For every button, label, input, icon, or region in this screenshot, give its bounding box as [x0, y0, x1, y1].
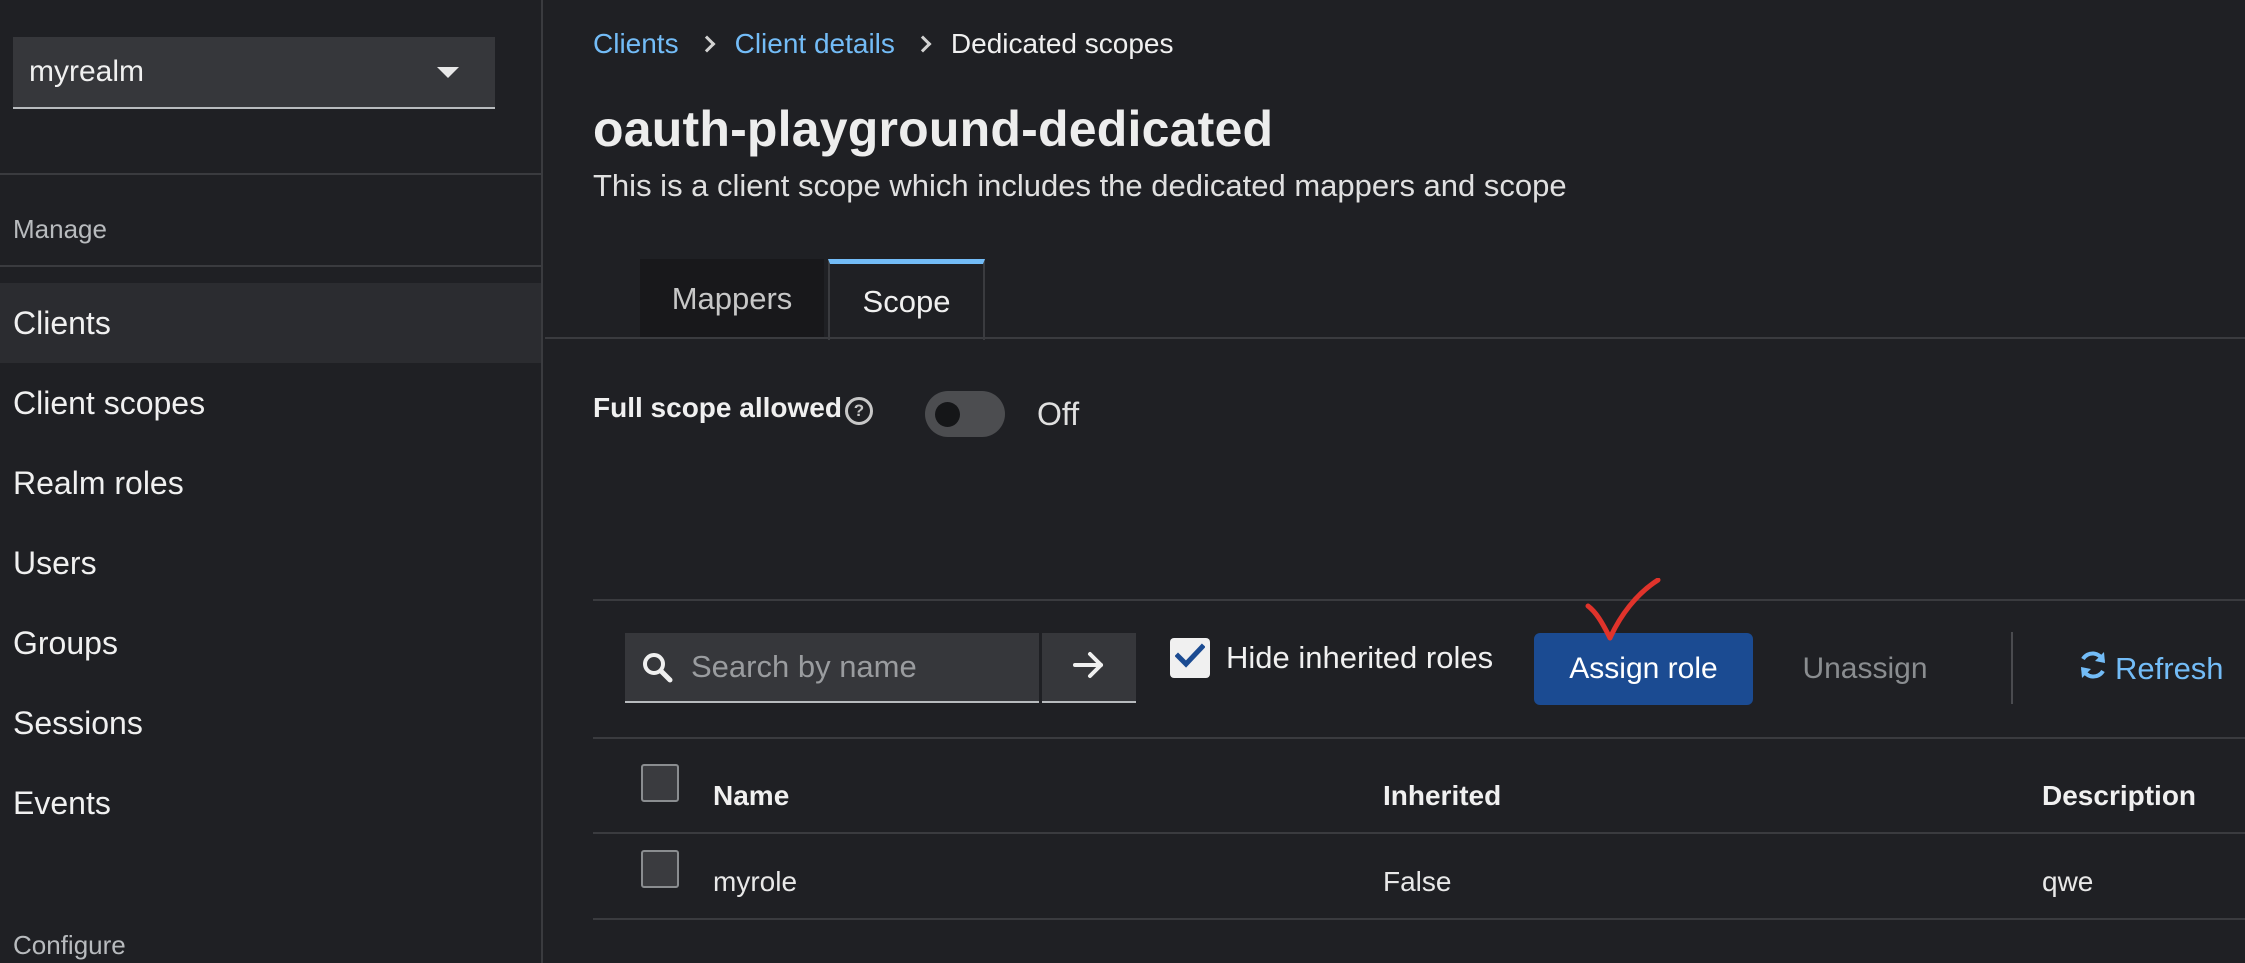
question-circle-icon[interactable]: ?	[845, 397, 873, 425]
column-header-inherited: Inherited	[1383, 780, 1502, 811]
search-icon	[625, 651, 689, 683]
table-row-divider	[593, 918, 2245, 920]
table-cell-name: myrole	[713, 866, 798, 897]
sidebar-item-users[interactable]: Users	[0, 523, 541, 603]
sidebar-item-label: Users	[13, 544, 97, 581]
sidebar-item-sessions[interactable]: Sessions	[0, 683, 541, 763]
full-scope-toggle[interactable]	[925, 391, 1005, 437]
nav-section-configure: Configure	[13, 930, 126, 960]
chevron-right-icon	[698, 35, 716, 53]
toggle-state-label: Off	[1037, 396, 1080, 432]
column-header-description: Description	[2042, 780, 2197, 811]
toolbar-divider	[2011, 632, 2013, 704]
table-cell-inherited: False	[1383, 866, 1452, 897]
table-top-divider	[593, 737, 2245, 739]
sidebar-item-label: Groups	[13, 624, 118, 661]
arrow-right-icon	[1073, 651, 1105, 684]
caret-down-icon	[437, 67, 459, 78]
sidebar-item-label: Client scopes	[13, 384, 206, 421]
red-checkmark-annotation-icon	[1585, 578, 1661, 641]
breadcrumb-link-clients[interactable]: Clients	[593, 28, 679, 60]
tab-scope[interactable]: Scope	[828, 259, 985, 340]
realm-name: myrealm	[29, 55, 145, 88]
chevron-right-icon	[914, 35, 932, 53]
sidebar-item-clients[interactable]: Clients	[0, 283, 541, 363]
search-input[interactable]	[689, 648, 1029, 686]
sidebar-item-events[interactable]: Events	[0, 763, 541, 843]
nav-section-manage: Manage	[13, 214, 107, 244]
tabs-border	[545, 337, 2245, 339]
sidebar-item-client-scopes[interactable]: Client scopes	[0, 363, 541, 443]
refresh-label: Refresh	[2115, 651, 2224, 686]
full-scope-label: Full scope allowed	[593, 392, 842, 423]
main-content: Clients Client details Dedicated scopes …	[545, 0, 2245, 963]
breadcrumb-link-client-details[interactable]: Client details	[735, 28, 895, 60]
sidebar-item-label: Events	[13, 784, 111, 821]
toggle-knob	[935, 402, 960, 427]
search-input-group	[625, 633, 1039, 703]
tab-label: Scope	[862, 284, 951, 319]
hide-inherited-checkbox[interactable]	[1170, 638, 1210, 678]
unassign-button[interactable]: Unassign	[1785, 633, 1945, 705]
sidebar-item-label: Sessions	[13, 704, 143, 741]
breadcrumb-current: Dedicated scopes	[950, 28, 1174, 59]
checkmark-icon	[1174, 642, 1206, 674]
sidebar-item-label: Realm roles	[13, 464, 184, 501]
breadcrumb: Clients Client details Dedicated scopes	[593, 28, 1173, 60]
sidebar: myrealm Manage Clients Client scopes Rea…	[0, 0, 543, 963]
sidebar-item-realm-roles[interactable]: Realm roles	[0, 443, 541, 523]
row-checkbox[interactable]	[641, 850, 679, 888]
column-header-name[interactable]: Name	[713, 780, 789, 812]
table-header-divider	[593, 832, 2245, 834]
refresh-button[interactable]: Refresh	[2077, 633, 2224, 705]
page-title: oauth-playground-dedicated	[593, 101, 1274, 157]
search-submit-button[interactable]	[1042, 633, 1136, 703]
sidebar-divider	[0, 265, 543, 267]
page-subtitle: This is a client scope which includes th…	[593, 168, 1567, 203]
realm-selector[interactable]: myrealm	[13, 37, 495, 109]
tab-label: Mappers	[671, 281, 793, 316]
section-divider	[593, 599, 2245, 601]
sidebar-item-groups[interactable]: Groups	[0, 603, 541, 683]
table-cell-description: qwe	[2042, 866, 2094, 897]
select-all-checkbox[interactable]	[641, 764, 679, 802]
hide-inherited-label[interactable]: Hide inherited roles	[1226, 640, 1493, 676]
sidebar-divider	[0, 173, 543, 175]
refresh-icon	[2077, 649, 2115, 689]
tab-mappers[interactable]: Mappers	[640, 259, 824, 339]
sidebar-item-label: Clients	[13, 304, 111, 341]
